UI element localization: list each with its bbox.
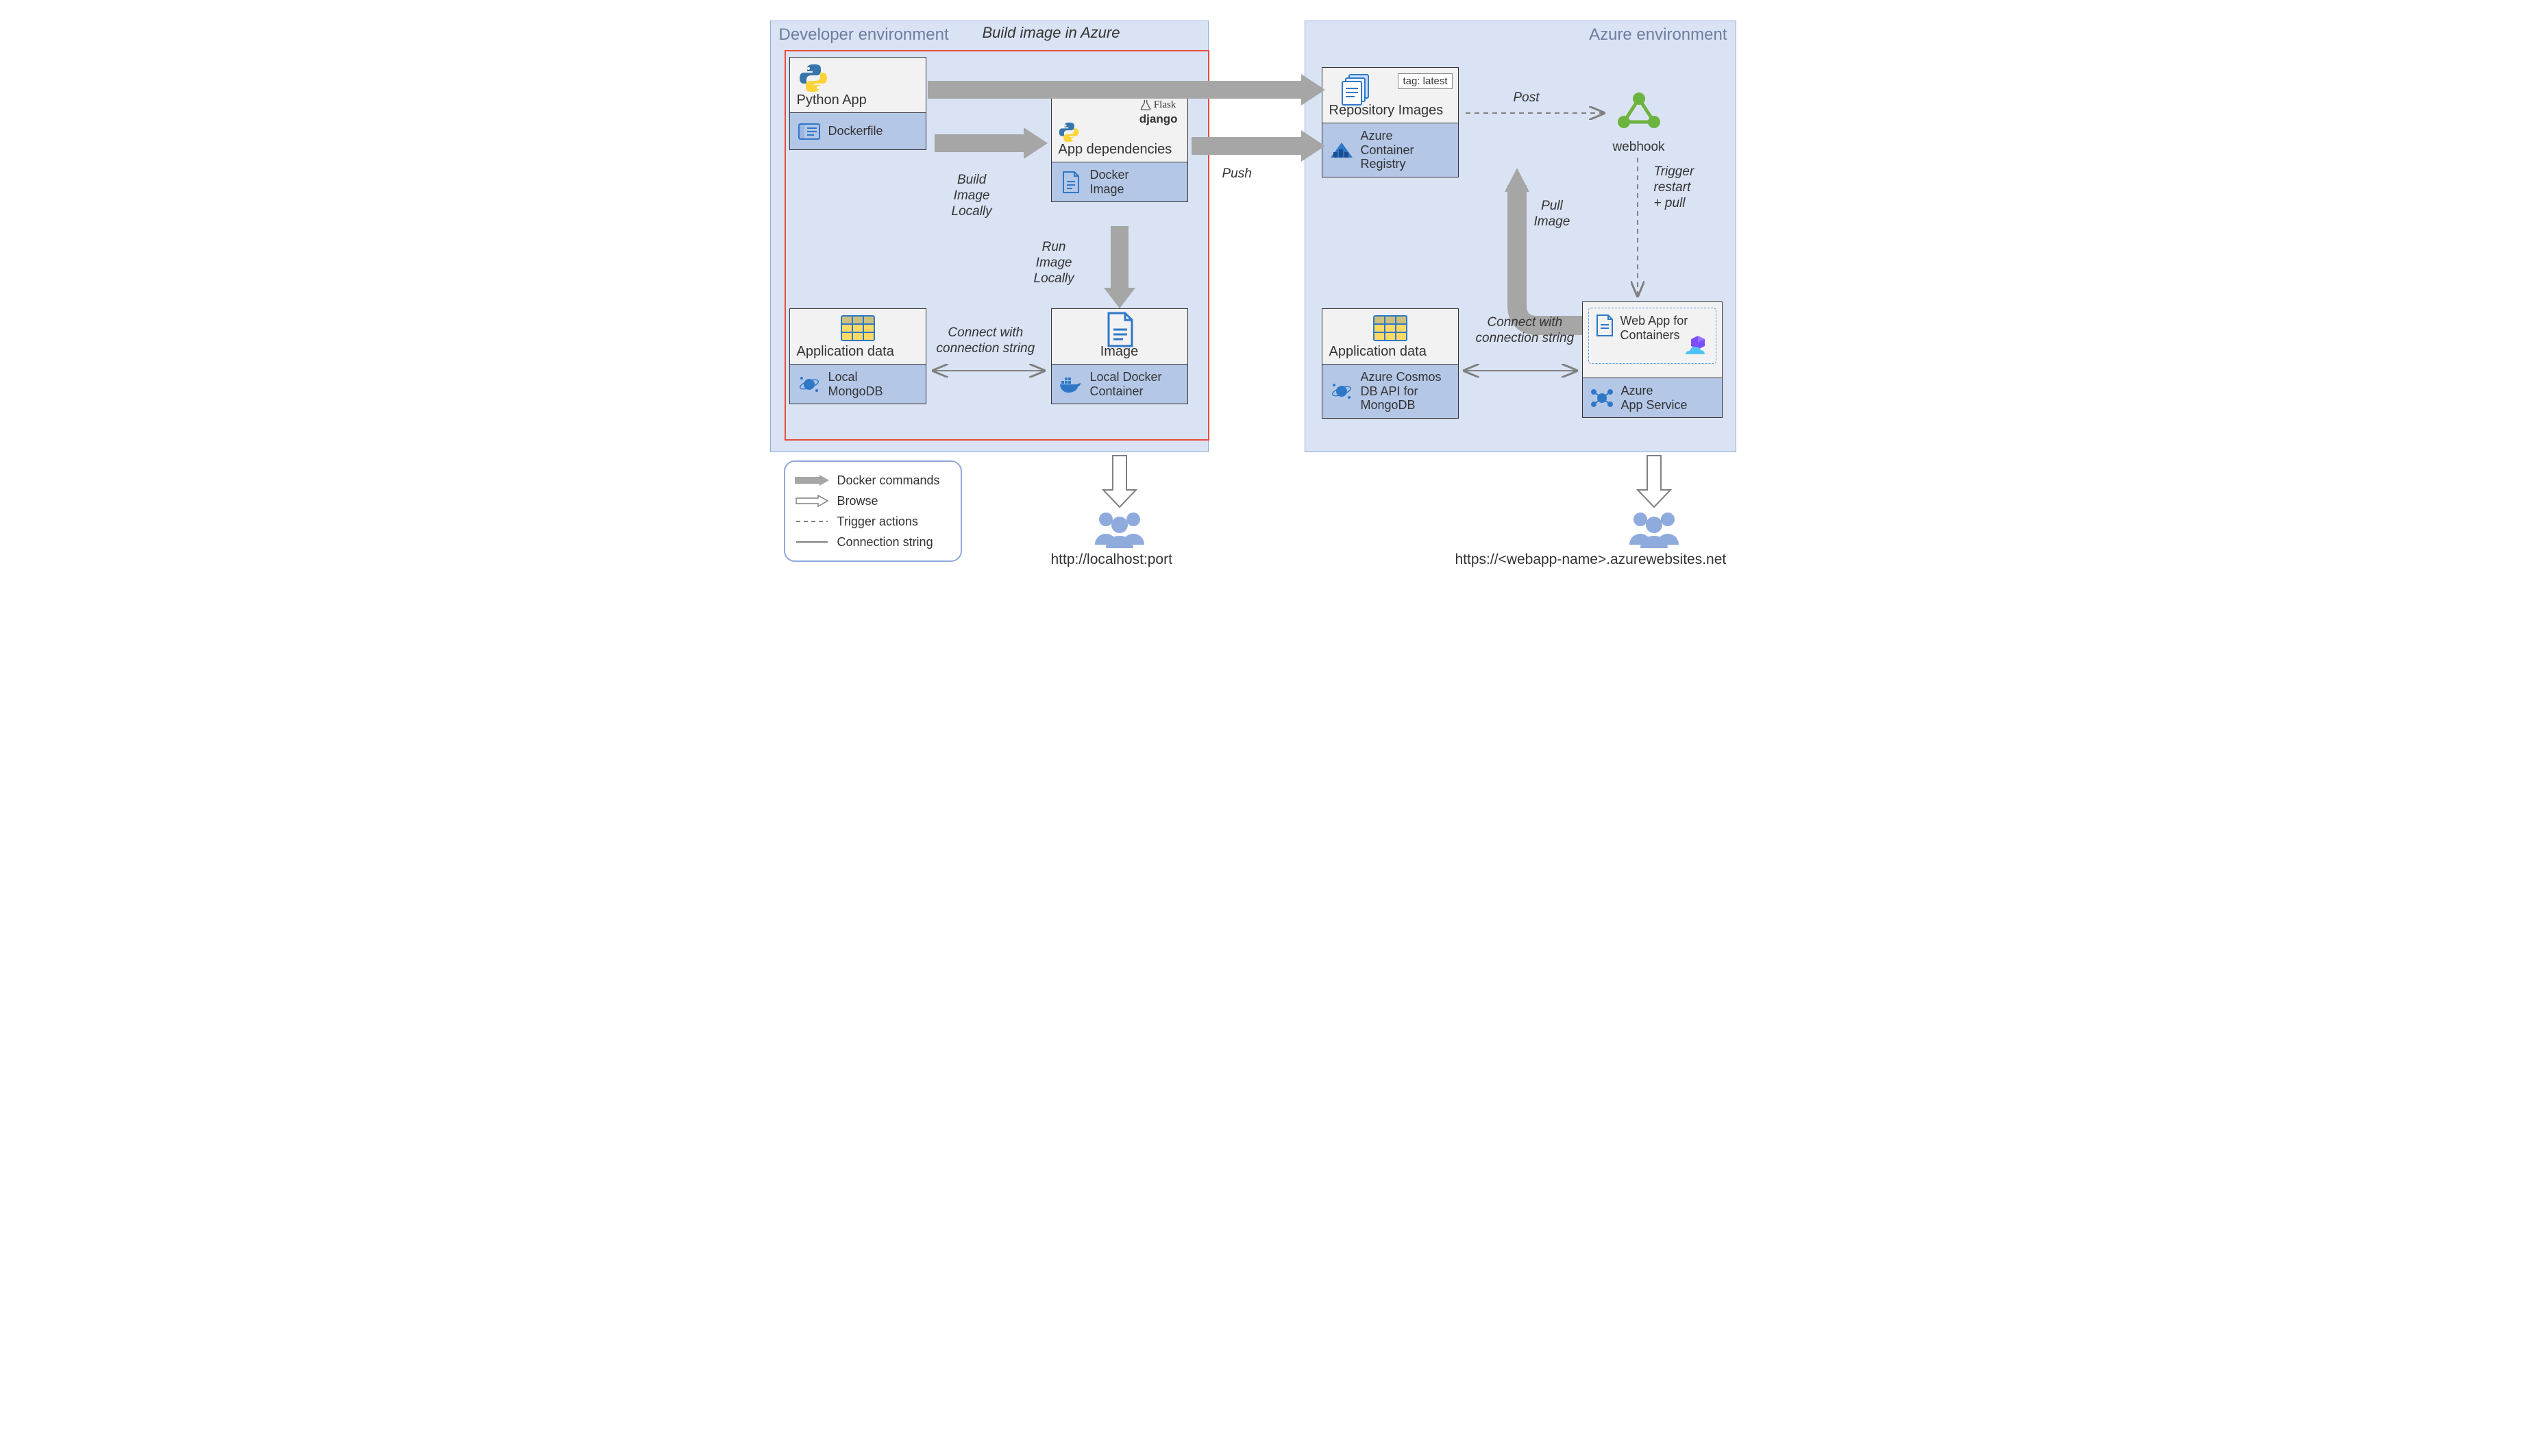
docker-image-icon: [1059, 170, 1083, 195]
app-dependencies-box: Flask django App dependencies Docker Ima…: [1051, 92, 1188, 202]
stacked-docs-icon: [1340, 72, 1374, 106]
env-label-azure: Azure environment: [1589, 25, 1727, 45]
grid-icon: [1372, 314, 1408, 342]
build-image-in-azure-label: Build image in Azure: [983, 24, 1120, 42]
users-cloud-icon: [1620, 507, 1688, 552]
python-icon: [797, 62, 830, 95]
python-app-box: Python App Dockerfile: [789, 57, 926, 150]
label-conn-string-cloud: Connect with connection string: [1476, 315, 1575, 347]
app-data-local-sub: Local MongoDB: [828, 370, 883, 398]
app-deps-sub: Docker Image: [1090, 168, 1129, 196]
diagram-stage: Developer environment Build image in Azu…: [763, 14, 1777, 582]
image-sub: Local Docker Container: [1090, 370, 1162, 398]
legend: Docker commands Browse Trigger actions C…: [784, 460, 962, 562]
flask-logo: Flask: [1139, 99, 1176, 111]
python-app-title: Python App: [797, 92, 919, 108]
repo-images-sub: Azure Container Registry: [1361, 129, 1414, 171]
label-push: Push: [1222, 166, 1252, 182]
label-post: Post: [1514, 90, 1540, 106]
application-data-local-box: Application data Local MongoDB: [789, 308, 926, 404]
legend-docker: Docker commands: [795, 470, 951, 491]
repository-images-box: tag: latest Repository Images Azure Cont…: [1322, 67, 1459, 177]
legend-conn: Connection string: [795, 532, 951, 552]
url-cloud: https://<webapp-name>.azurewebsites.net: [1455, 552, 1727, 568]
label-conn-string-local: Connect with connection string: [937, 325, 1035, 357]
env-label-dev: Developer environment: [779, 25, 949, 45]
tag-latest-label: tag: latest: [1398, 73, 1452, 89]
app-data-local-title: Application data: [797, 344, 919, 360]
cosmos-icon: [1329, 379, 1354, 404]
application-data-cloud-box: Application data Azure Cosmos DB API for…: [1322, 308, 1459, 419]
label-run-locally: Run Image Locally: [1034, 240, 1074, 286]
webhook-node: webhook: [1613, 89, 1665, 155]
arrow-browse-cloud: [1638, 456, 1670, 507]
label-trigger: Trigger restart + pull: [1654, 164, 1694, 211]
docker-whale-icon: [1059, 372, 1083, 397]
python-app-sub: Dockerfile: [828, 124, 883, 138]
label-build-locally: Build Image Locally: [952, 173, 992, 219]
grid-icon: [840, 314, 876, 342]
acr-icon: [1329, 138, 1354, 162]
cube-cloud-icon: [1684, 336, 1712, 360]
web-app-title: Web App for Containers: [1620, 314, 1688, 342]
app-data-cloud-title: Application data: [1329, 344, 1451, 360]
web-app-sub: Azure App Service: [1621, 384, 1688, 412]
app-data-cloud-sub: Azure Cosmos DB API for MongoDB: [1361, 370, 1442, 412]
arrow-browse-dev: [1103, 456, 1136, 507]
app-deps-title: App dependencies: [1059, 142, 1181, 158]
cosmos-icon: [797, 372, 822, 397]
django-logo: django: [1139, 112, 1178, 126]
app-service-icon: [1590, 386, 1614, 410]
label-pull-image: Pull Image: [1534, 199, 1570, 230]
webhook-icon: [1614, 89, 1664, 133]
file-icon: [1105, 312, 1135, 347]
legend-browse: Browse: [795, 491, 951, 511]
image-box: Image Local Docker Container: [1051, 308, 1188, 404]
legend-trigger: Trigger actions: [795, 511, 951, 532]
url-local: http://localhost:port: [1051, 552, 1172, 568]
python-icon: [1057, 121, 1081, 144]
users-local-icon: [1085, 507, 1154, 552]
webhook-label: webhook: [1613, 140, 1665, 155]
dockerfile-icon: [797, 119, 822, 144]
doc-icon: [1594, 314, 1615, 341]
web-app-containers-box: Web App for Containers Azure App Service: [1582, 301, 1723, 418]
